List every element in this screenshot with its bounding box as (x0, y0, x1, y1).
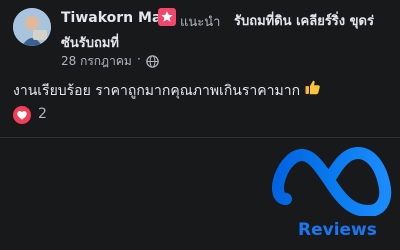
date-separator: · (137, 52, 141, 66)
love-reaction-icon[interactable] (13, 106, 31, 124)
page-name-link[interactable]: รับถมที่ดิน เคลียร์ริ่ง ขุดร่ (234, 10, 374, 31)
meta-logo (268, 141, 398, 218)
post-text: งานเรียบร้อย ราคาถูกมากคุณภาพเกินราคามาก (13, 83, 301, 99)
review-post: Tiwakorn Max แนะนำ รับถมที่ดิน เคลียร์ริ… (0, 0, 400, 250)
page-name-link-continued[interactable]: ซันรับถมที่ (61, 32, 119, 53)
author-avatar[interactable] (13, 8, 51, 46)
reaction-count[interactable]: 2 (38, 106, 47, 122)
thumbs-up-emoji-icon (304, 79, 321, 96)
recommends-label: แนะนำ (180, 15, 221, 30)
reviews-label: Reviews (298, 220, 377, 240)
post-date[interactable]: 28 กรกฎาคม (61, 52, 132, 71)
recommend-badge-icon (158, 8, 176, 26)
globe-icon (146, 53, 159, 68)
post-divider (0, 137, 400, 138)
author-name[interactable]: Tiwakorn Max (61, 10, 170, 26)
